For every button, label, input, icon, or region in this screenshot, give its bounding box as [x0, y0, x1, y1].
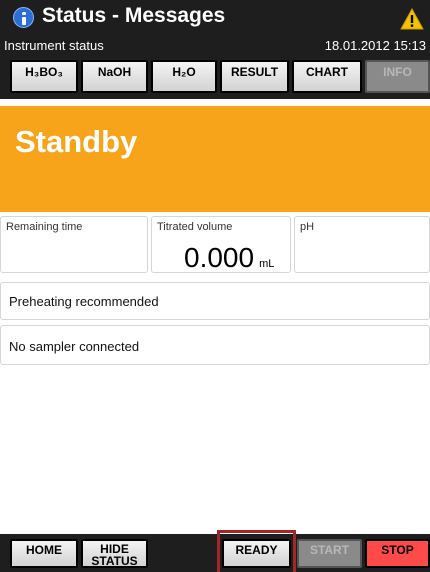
instrument-status-label: Instrument status: [4, 38, 104, 53]
hide-status-label-line1: HIDE: [100, 541, 129, 556]
start-button: START: [297, 539, 362, 568]
start-button-label: START: [309, 543, 350, 557]
tab-label: H₃BO₃: [25, 65, 63, 79]
ready-button-label: READY: [235, 543, 278, 557]
stop-button[interactable]: STOP: [365, 539, 430, 568]
tab-label: CHART: [306, 65, 348, 79]
tab-naoh[interactable]: NaOH: [81, 60, 148, 93]
hide-status-label-line2: STATUS: [91, 553, 138, 568]
remaining-time-box: Remaining time: [0, 216, 148, 273]
message-item[interactable]: No sampler connected: [0, 325, 430, 365]
home-button[interactable]: HOME: [10, 539, 78, 568]
warning-icon[interactable]: [400, 8, 424, 30]
tab-result[interactable]: RESULT: [220, 60, 289, 93]
tab-label: RESULT: [230, 65, 279, 79]
tab-label: H₂O: [172, 65, 196, 79]
status-banner: Standby: [0, 106, 430, 212]
tab-h2o[interactable]: H₂O: [151, 60, 217, 93]
status-state: Standby: [15, 124, 138, 159]
tab-h3bo3[interactable]: H₃BO₃: [10, 60, 78, 93]
titrated-volume-label: Titrated volume: [157, 221, 233, 233]
titrated-volume-box: Titrated volume 0.000 mL: [151, 216, 291, 273]
message-item[interactable]: Preheating recommended: [0, 282, 430, 320]
ph-box: pH: [294, 216, 430, 273]
page-title: Status - Messages: [42, 4, 226, 27]
message-text: Preheating recommended: [9, 294, 159, 309]
tab-label: NaOH: [97, 65, 132, 79]
titrated-volume-unit: mL: [259, 258, 275, 270]
tab-info: INFO: [365, 60, 430, 93]
hide-status-button[interactable]: HIDE STATUS: [81, 539, 148, 568]
titrated-volume-display: 0.000 mL: [184, 242, 274, 274]
title-row: Status - Messages: [0, 0, 430, 38]
tab-label: INFO: [383, 65, 412, 79]
tab-chart[interactable]: CHART: [292, 60, 362, 93]
titrated-volume-value: 0.000: [184, 242, 255, 273]
ph-label: pH: [300, 221, 315, 233]
ready-button[interactable]: READY: [222, 539, 291, 568]
datetime-display: 18.01.2012 15:13: [324, 38, 426, 53]
info-icon: [13, 7, 34, 28]
stop-button-label: STOP: [381, 543, 414, 557]
home-button-label: HOME: [26, 543, 62, 557]
remaining-time-label: Remaining time: [6, 221, 83, 233]
message-text: No sampler connected: [9, 339, 140, 354]
